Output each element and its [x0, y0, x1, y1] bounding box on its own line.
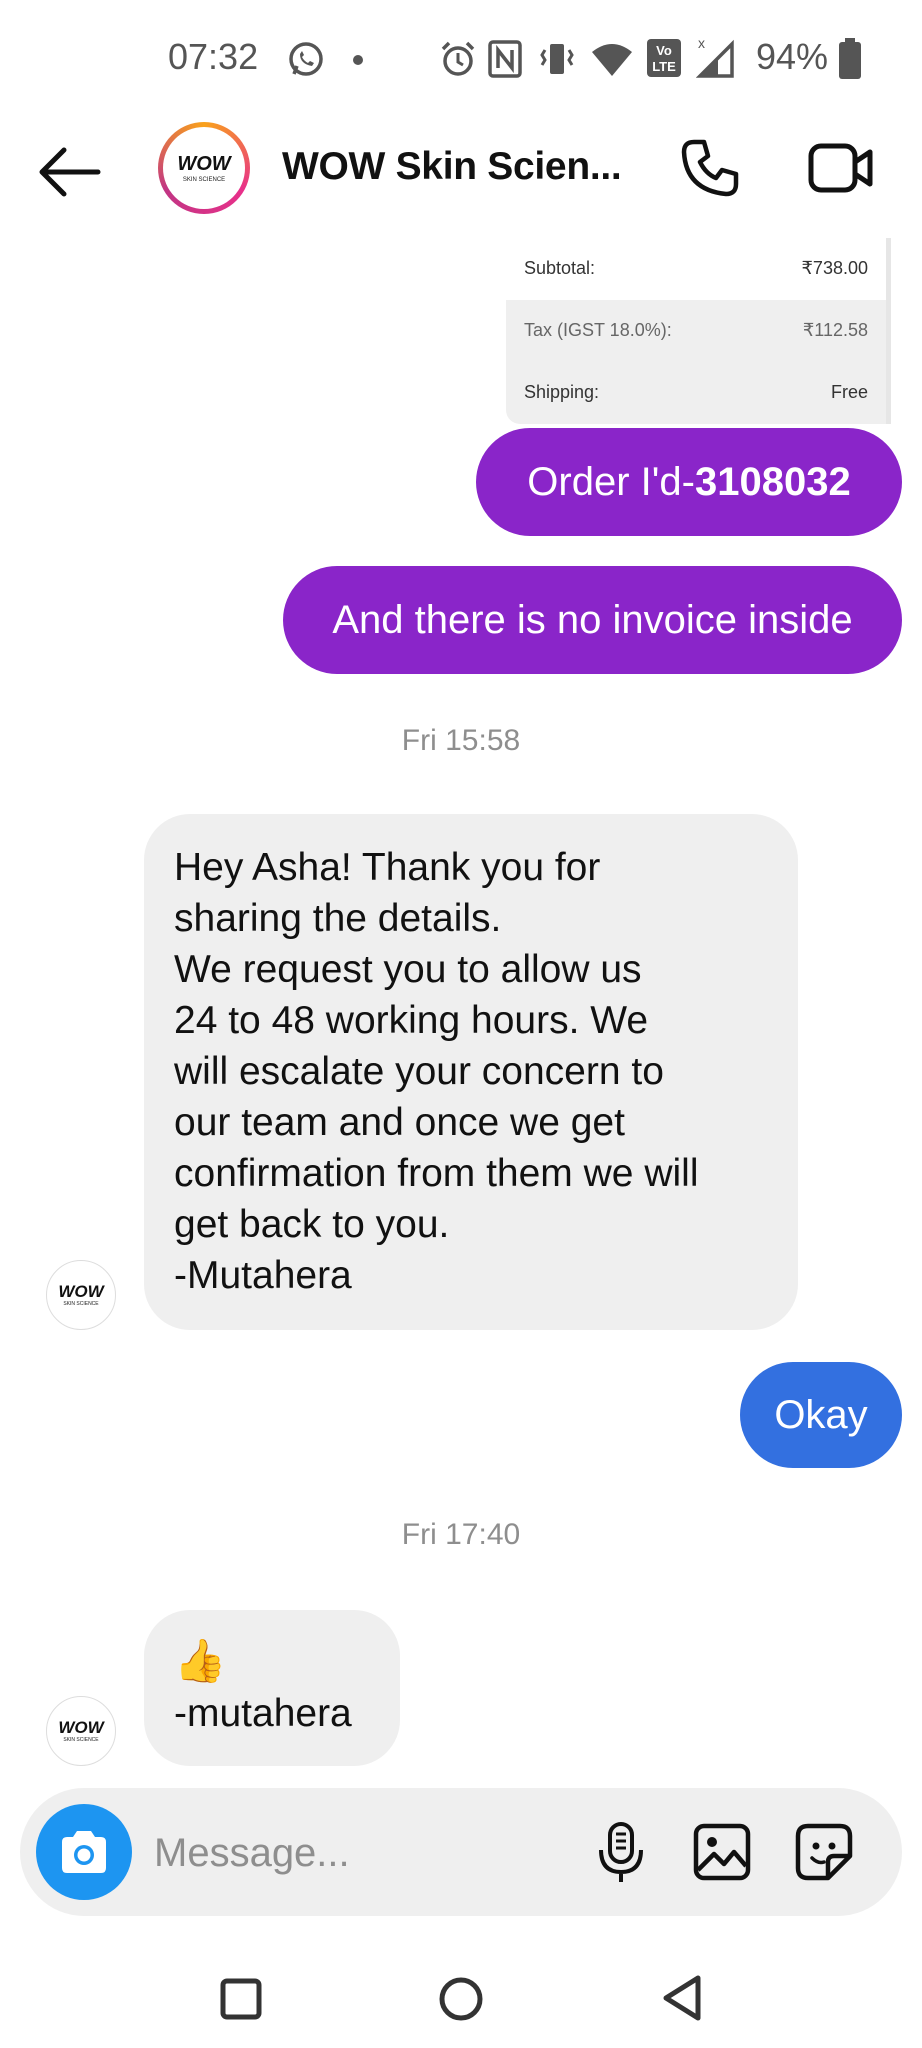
invoice-label: Tax (IGST 18.0%):	[524, 320, 672, 340]
message-line: confirmation from them we will	[174, 1152, 699, 1195]
invoice-label: Shipping:	[524, 382, 600, 402]
message-line: -Mutahera	[174, 1254, 352, 1297]
home-icon[interactable]	[438, 1976, 484, 2022]
message-input[interactable]	[152, 1818, 576, 1888]
avatar-logo-subtext: SKIN SCIENCE	[182, 176, 226, 183]
system-nav-bar	[0, 1940, 922, 2048]
recent-apps-icon[interactable]	[220, 1978, 262, 2020]
status-bar: 07:32 Vo LTE x 94%	[0, 0, 922, 120]
chat-title[interactable]: WOW Skin Scien...	[282, 145, 622, 189]
message-line: our team and once we get	[174, 1101, 625, 1144]
camera-button[interactable]	[36, 1804, 132, 1900]
avatar-logo-text: WOW	[58, 1282, 104, 1301]
message-text: -mutahera	[174, 1692, 352, 1735]
sender-avatar[interactable]: WOW SKIN SCIENCE	[46, 1260, 116, 1330]
message-text: Okay	[774, 1392, 868, 1437]
avatar-logo-text: WOW	[58, 1718, 104, 1737]
invoice-row-shipping: Shipping: Free	[506, 362, 886, 424]
svg-text:LTE: LTE	[652, 59, 676, 74]
avatar-logo-subtext: SKIN SCIENCE	[63, 1737, 99, 1743]
thumbs-up-emoji: 👍	[174, 1636, 227, 1685]
signal-icon: x	[696, 36, 734, 78]
status-time: 07:32	[168, 36, 259, 77]
invoice-row-tax: Tax (IGST 18.0%): ₹112.58	[506, 300, 886, 362]
message-line: 24 to 48 working hours. We	[174, 999, 649, 1042]
message-line: get back to you.	[174, 1203, 450, 1246]
message-line: will escalate your concern to	[174, 1050, 664, 1093]
message-line: Hey Asha! Thank you for	[174, 846, 601, 889]
alarm-icon	[441, 41, 475, 76]
back-arrow-icon[interactable]	[38, 146, 102, 198]
svg-text:Vo: Vo	[656, 43, 672, 58]
camera-icon	[62, 1831, 106, 1873]
back-nav-icon[interactable]	[660, 1974, 704, 2022]
order-prefix: Order I'd-	[527, 459, 695, 504]
invoice-value: ₹112.58	[802, 320, 868, 340]
profile-avatar[interactable]: WOW SKIN SCIENCE	[158, 122, 250, 214]
invoice-value: Free	[830, 382, 868, 402]
invoice-card: Subtotal: ₹738.00 Tax (IGST 18.0%): ₹112…	[506, 238, 891, 424]
message-bubble-okay[interactable]: Okay	[740, 1362, 902, 1468]
sticker-icon[interactable]	[794, 1822, 854, 1882]
message-bubble-order-id[interactable]: Order I'd- 3108032	[476, 428, 902, 536]
timestamp: Fri 15:58	[401, 724, 521, 757]
battery-percent: 94%	[756, 36, 829, 77]
invoice-label: Subtotal:	[524, 258, 596, 278]
message-bubble-no-invoice[interactable]: And there is no invoice inside	[283, 566, 902, 674]
video-call-icon[interactable]	[808, 140, 874, 196]
vibrate-icon	[540, 44, 574, 74]
svg-text:x: x	[698, 36, 705, 51]
invoice-row-subtotal: Subtotal: ₹738.00	[506, 238, 886, 300]
nfc-icon	[488, 40, 522, 78]
volte-icon: Vo LTE	[647, 39, 681, 77]
avatar-logo-text: WOW	[177, 152, 231, 175]
order-id: 3108032	[694, 459, 851, 504]
phone-call-icon[interactable]	[680, 138, 740, 198]
invoice-value: ₹738.00	[801, 258, 868, 278]
whatsapp-icon	[289, 42, 323, 76]
message-text: And there is no invoice inside	[332, 597, 853, 642]
battery-icon	[839, 38, 861, 79]
microphone-icon[interactable]	[596, 1822, 646, 1884]
message-bubble-thumbs[interactable]: 👍 -mutahera	[144, 1610, 400, 1766]
message-line: sharing the details.	[174, 897, 502, 940]
sender-avatar[interactable]: WOW SKIN SCIENCE	[46, 1696, 116, 1766]
message-line: We request you to allow us	[174, 948, 642, 991]
gallery-icon[interactable]	[692, 1822, 752, 1882]
wifi-icon	[592, 44, 632, 76]
avatar-logo-subtext: SKIN SCIENCE	[63, 1301, 99, 1307]
timestamp: Fri 17:40	[401, 1518, 521, 1551]
dot-icon	[353, 55, 363, 65]
message-bubble-reply[interactable]: Hey Asha! Thank you for sharing the deta…	[144, 814, 798, 1330]
